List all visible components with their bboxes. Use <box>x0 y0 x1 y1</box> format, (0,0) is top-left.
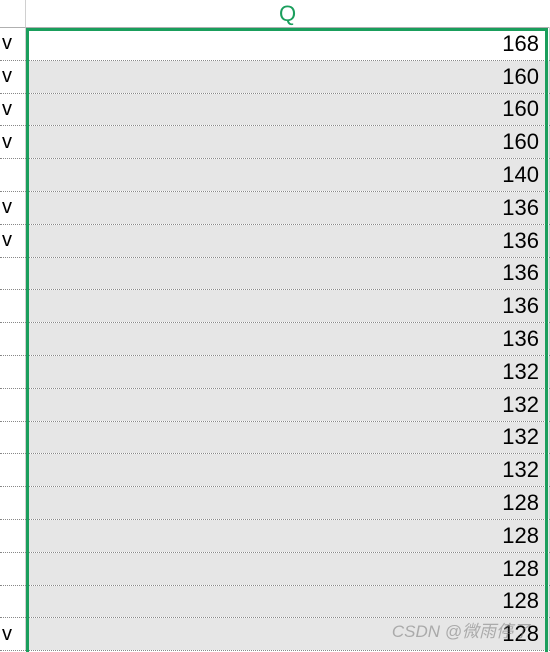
cell-q[interactable]: 168 <box>26 28 550 60</box>
table-row: v160 <box>0 61 550 94</box>
cell-q[interactable]: 160 <box>26 126 550 158</box>
table-row: 128 <box>0 586 550 619</box>
cell-q[interactable]: 160 <box>26 94 550 126</box>
cell-p[interactable] <box>0 389 26 421</box>
cell-p[interactable] <box>0 356 26 388</box>
cell-p[interactable] <box>0 290 26 322</box>
cell-q[interactable]: 128 <box>26 487 550 519</box>
cell-q[interactable]: 140 <box>26 159 550 191</box>
table-row: 128 <box>0 520 550 553</box>
spreadsheet-view: Q v168v160v160v160140v136v13613613613613… <box>0 0 550 652</box>
cell-p[interactable] <box>0 159 26 191</box>
cell-p[interactable]: v <box>0 192 26 224</box>
cell-q[interactable]: 128 <box>26 553 550 585</box>
table-row: 132 <box>0 422 550 455</box>
table-row: v136 <box>0 225 550 258</box>
table-row: v136 <box>0 192 550 225</box>
table-row: v160 <box>0 126 550 159</box>
cell-q[interactable]: 132 <box>26 389 550 421</box>
table-row: 128 <box>0 553 550 586</box>
column-header-q[interactable]: Q <box>26 0 550 28</box>
cell-p[interactable] <box>0 422 26 454</box>
table-row: 140 <box>0 159 550 192</box>
cell-q[interactable]: 128 <box>26 586 550 618</box>
cell-q[interactable]: 132 <box>26 356 550 388</box>
cell-p[interactable] <box>0 323 26 355</box>
table-row: 128 <box>0 487 550 520</box>
cell-q[interactable]: 136 <box>26 225 550 257</box>
cell-q[interactable]: 136 <box>26 290 550 322</box>
cell-p[interactable] <box>0 586 26 618</box>
cell-p[interactable]: v <box>0 61 26 93</box>
cell-p[interactable] <box>0 454 26 486</box>
cell-q[interactable]: 132 <box>26 454 550 486</box>
cell-p[interactable]: v <box>0 618 26 650</box>
cell-q[interactable]: 136 <box>26 323 550 355</box>
cell-q[interactable]: 160 <box>26 61 550 93</box>
table-row: 136 <box>0 290 550 323</box>
column-header-row: Q <box>0 0 550 28</box>
table-row: 136 <box>0 323 550 356</box>
table-row: 132 <box>0 389 550 422</box>
cell-q[interactable]: 132 <box>26 422 550 454</box>
cell-p[interactable] <box>0 487 26 519</box>
table-row: v160 <box>0 94 550 127</box>
table-row: 136 <box>0 258 550 291</box>
cell-p[interactable]: v <box>0 28 26 60</box>
cell-p[interactable] <box>0 258 26 290</box>
cell-q[interactable]: 136 <box>26 258 550 290</box>
cell-p[interactable] <box>0 553 26 585</box>
cell-q[interactable]: 128 <box>26 520 550 552</box>
grid-body: v168v160v160v160140v136v1361361361361321… <box>0 28 550 652</box>
cell-q[interactable]: 128 <box>26 618 550 650</box>
cell-q[interactable]: 136 <box>26 192 550 224</box>
cell-p[interactable]: v <box>0 126 26 158</box>
table-row: 132 <box>0 454 550 487</box>
cell-p[interactable] <box>0 520 26 552</box>
table-row: v168 <box>0 28 550 61</box>
table-row: 132 <box>0 356 550 389</box>
column-header-p[interactable] <box>0 0 26 28</box>
cell-p[interactable]: v <box>0 225 26 257</box>
cell-p[interactable]: v <box>0 94 26 126</box>
table-row: v128 <box>0 618 550 651</box>
